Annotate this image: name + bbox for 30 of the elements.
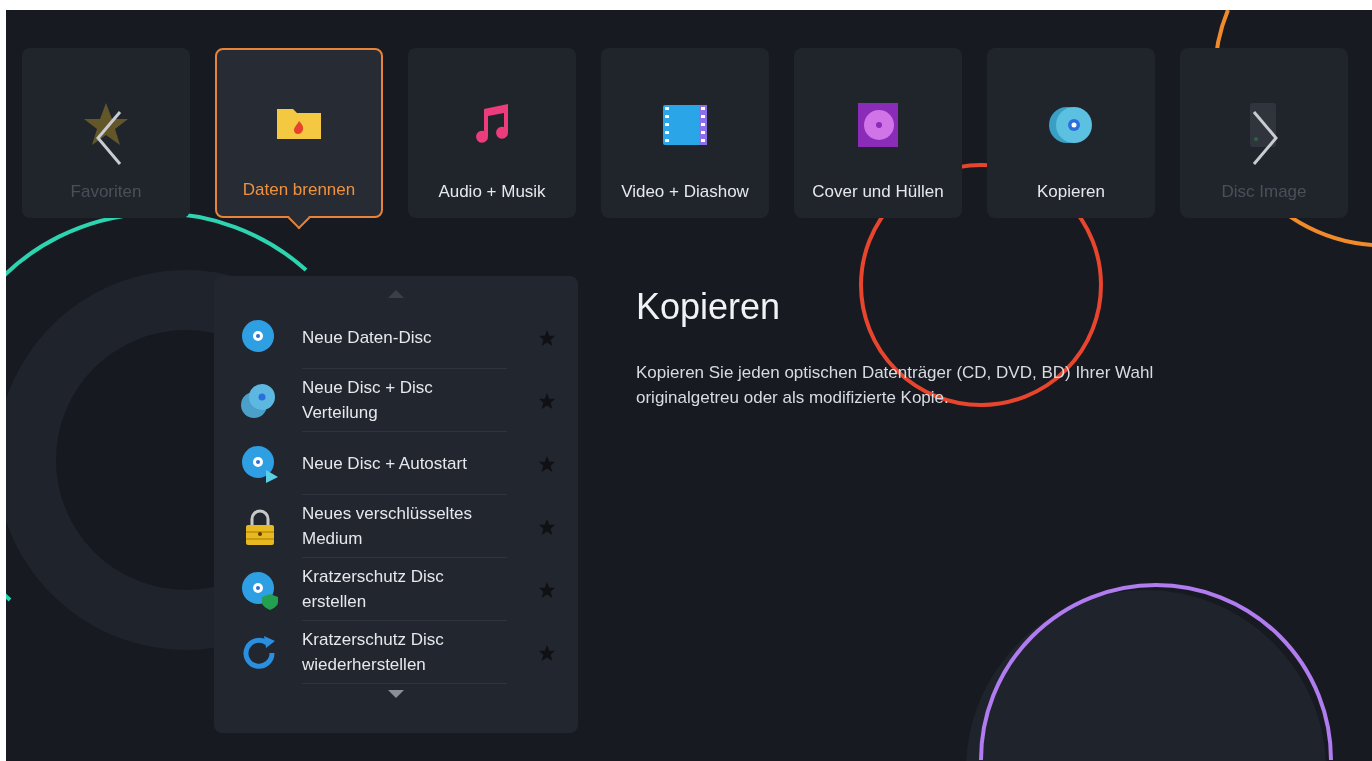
favorite-star-icon[interactable] [538,454,556,473]
menu-item[interactable]: Kratzerschutz Disc erstellen [214,558,578,621]
scroll-up-icon[interactable] [388,290,404,298]
menu-item-label: Kratzerschutz Disc wiederherstellen [302,621,507,684]
menu-item-label: Neue Disc + Autostart [302,432,507,495]
favorite-star-icon[interactable] [538,643,556,662]
chevron-left-icon[interactable] [94,108,124,168]
chevron-right-icon[interactable] [1250,108,1280,168]
favorite-star-icon[interactable] [538,517,556,536]
menu-item-label: Kratzerschutz Disc erstellen [302,558,507,621]
menu-item-label: Neue Disc + Disc Verteilung [302,369,507,432]
menu-item[interactable]: Neues verschlüsseltes Medium [214,495,578,558]
menu-item-label: Neues verschlüsseltes Medium [302,495,507,558]
favorite-star-icon[interactable] [538,328,556,347]
menu-item[interactable]: Kratzerschutz Disc wiederherstellen [214,621,578,684]
menu-item[interactable]: Neue Daten-Disc [214,306,578,369]
category-tile[interactable]: Kopieren [987,48,1155,218]
detail-title: Kopieren [636,285,782,329]
category-tile[interactable]: Cover und Hüllen [794,48,962,218]
category-tile[interactable]: Audio + Musik [408,48,576,218]
menu-item[interactable]: Neue Disc + Autostart [214,432,578,495]
category-tile[interactable]: Daten brennen [215,48,383,218]
category-tile[interactable]: Video + Diashow [601,48,769,218]
disc-play-icon [240,443,280,484]
menu-item[interactable]: Neue Disc + Disc Verteilung [214,369,578,432]
scroll-down-icon[interactable] [388,690,404,698]
favorite-star-icon[interactable] [538,580,556,599]
disc-shield-icon [240,569,280,610]
menu-item-label: Neue Daten-Disc [302,306,507,369]
favorite-star-icon[interactable] [538,391,556,410]
